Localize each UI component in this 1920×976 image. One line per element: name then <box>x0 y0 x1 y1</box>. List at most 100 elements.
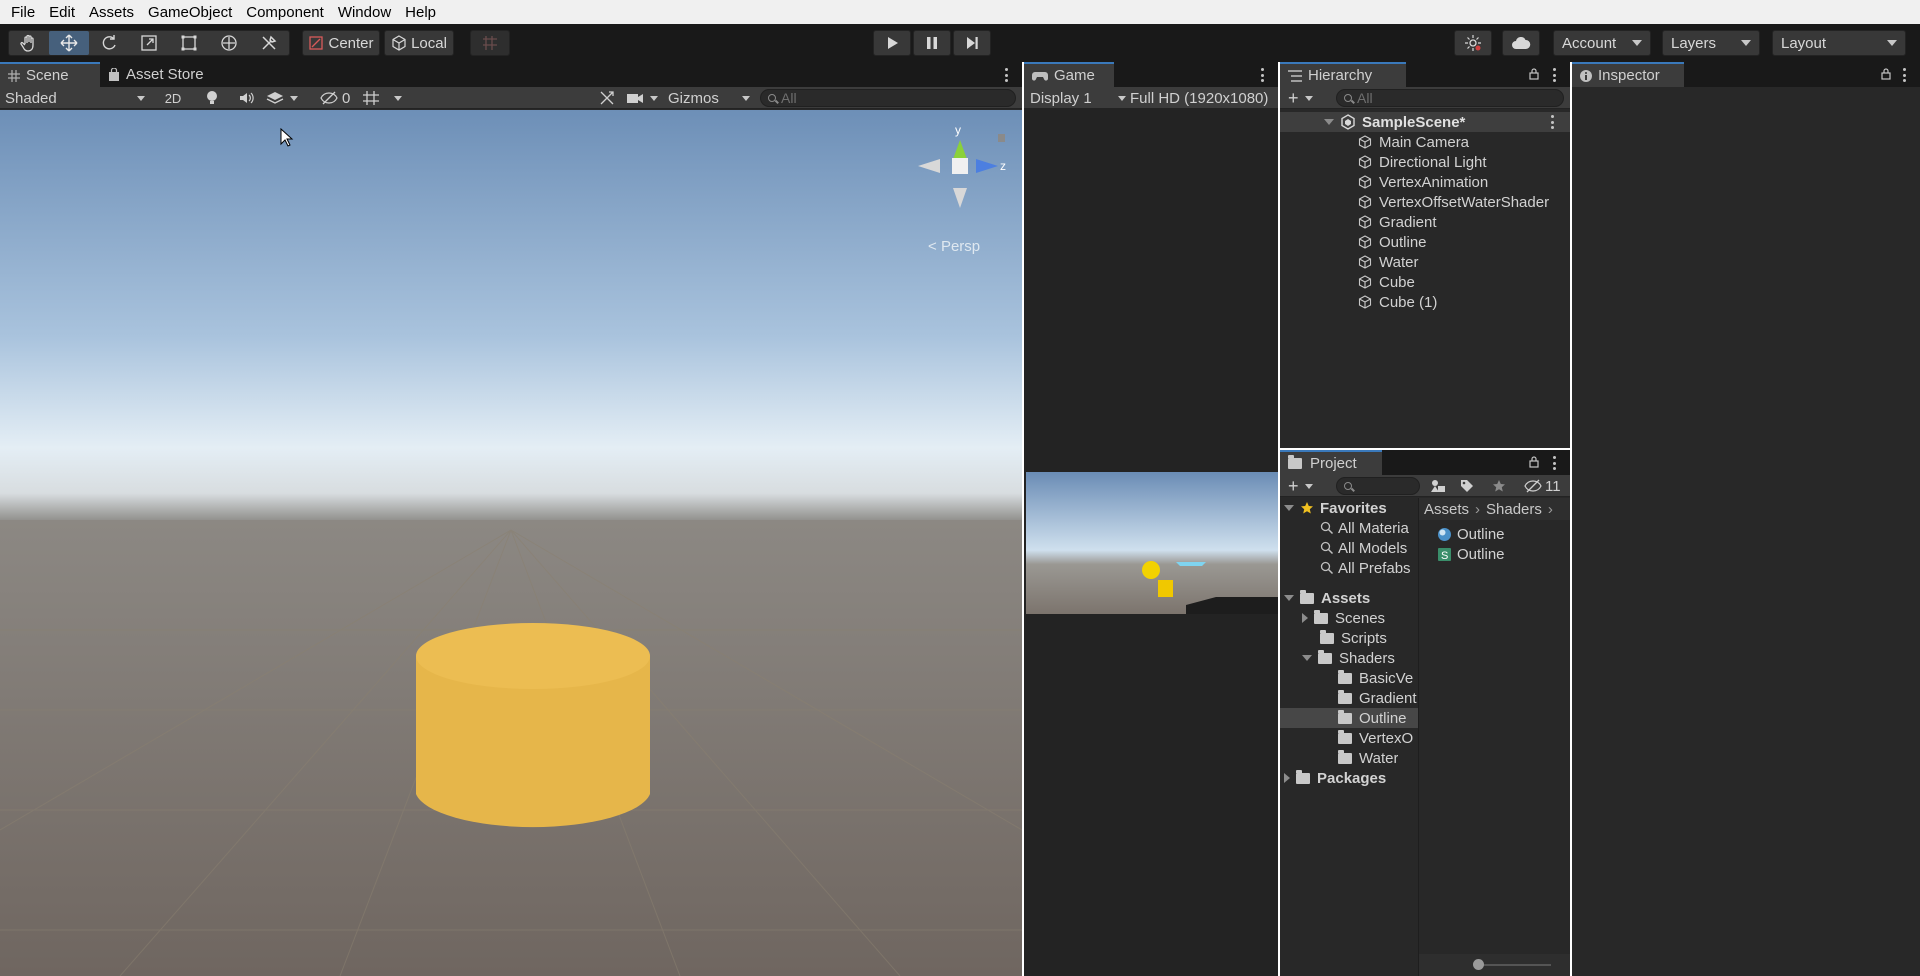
menu-file[interactable]: File <box>4 4 42 21</box>
folder-scripts[interactable]: Scripts <box>1320 628 1387 648</box>
menu-assets[interactable]: Assets <box>82 4 141 21</box>
menu-component[interactable]: Component <box>239 4 331 21</box>
rect-tool-icon[interactable] <box>169 31 209 55</box>
hidden-packages-toggle[interactable]: 11 <box>1524 477 1568 495</box>
packages-root[interactable]: Packages <box>1284 768 1386 788</box>
icon-size-slider-track[interactable] <box>1477 964 1551 966</box>
orientation-gizmo-icon[interactable]: y z <box>908 122 1018 232</box>
favorite-all-models[interactable]: All Models <box>1320 538 1407 558</box>
custom-tool-icon[interactable] <box>249 31 289 55</box>
collab-button[interactable] <box>1454 30 1492 56</box>
hierarchy-item[interactable]: Gradient <box>1280 212 1570 232</box>
inspector-tab-label: Inspector <box>1598 67 1660 84</box>
scene-menu-icon[interactable] <box>1004 68 1008 82</box>
shading-mode-dropdown[interactable]: Shaded <box>5 89 145 107</box>
cloud-button[interactable] <box>1502 30 1540 56</box>
hierarchy-item[interactable]: Cube (1) <box>1280 292 1570 312</box>
scene-search-input[interactable]: All <box>760 89 1016 107</box>
filter-by-label-icon[interactable] <box>1460 477 1480 495</box>
gizmos-dropdown[interactable]: Gizmos <box>668 89 750 107</box>
breadcrumb-assets[interactable]: Assets <box>1424 501 1469 518</box>
account-dropdown[interactable]: Account <box>1553 30 1651 56</box>
pivot-center-button[interactable]: Center <box>302 30 380 56</box>
tab-hierarchy[interactable]: Hierarchy <box>1280 62 1406 87</box>
projection-label[interactable]: < Persp <box>928 238 980 255</box>
tab-game[interactable]: Game <box>1024 62 1114 87</box>
tools-icon[interactable] <box>595 89 619 107</box>
favorite-all-prefabs[interactable]: All Prefabs <box>1320 558 1411 578</box>
folder-water[interactable]: Water <box>1338 748 1398 768</box>
game-menu-icon[interactable] <box>1260 68 1264 82</box>
effects-dropdown[interactable] <box>266 89 308 107</box>
create-dropdown[interactable]: + <box>1288 88 1322 108</box>
hierarchy-item[interactable]: Cube <box>1280 272 1570 292</box>
hierarchy-item[interactable]: Water <box>1280 252 1570 272</box>
lighting-toggle-icon[interactable] <box>198 89 226 107</box>
move-tool-icon[interactable] <box>49 31 89 55</box>
grid-snap-button[interactable] <box>470 30 510 56</box>
breadcrumb-shaders[interactable]: Shaders <box>1486 501 1542 518</box>
play-button[interactable] <box>873 30 911 56</box>
file-outline-material[interactable]: Outline <box>1437 524 1505 544</box>
gizmos-label: Gizmos <box>668 89 719 107</box>
lock-icon[interactable] <box>1881 68 1891 80</box>
hierarchy-search-input[interactable]: All <box>1336 89 1564 107</box>
camera-dropdown[interactable] <box>626 89 662 107</box>
tab-inspector[interactable]: Inspector <box>1572 62 1684 87</box>
menu-window[interactable]: Window <box>331 4 398 21</box>
layers-dropdown[interactable]: Layers <box>1662 30 1760 56</box>
hand-tool-icon[interactable] <box>9 31 49 55</box>
assets-root[interactable]: Assets <box>1284 588 1370 608</box>
resolution-dropdown[interactable]: Full HD (1920x1080) <box>1130 89 1278 107</box>
cylinder-object[interactable] <box>416 623 650 828</box>
project-search-input[interactable] <box>1336 477 1420 495</box>
menu-help[interactable]: Help <box>398 4 443 21</box>
step-button[interactable] <box>953 30 991 56</box>
tab-asset-store[interactable]: Asset Store <box>100 62 214 87</box>
folder-scenes[interactable]: Scenes <box>1302 608 1385 628</box>
grid-dropdown[interactable] <box>362 89 410 107</box>
tab-scene[interactable]: Scene <box>0 62 100 87</box>
transform-tool-icon[interactable] <box>209 31 249 55</box>
tab-project[interactable]: Project <box>1280 450 1382 475</box>
hierarchy-item[interactable]: Directional Light <box>1280 152 1570 172</box>
inspector-menu-icon[interactable] <box>1902 68 1906 82</box>
menu-gameobject[interactable]: GameObject <box>141 4 239 21</box>
folder-vertexo[interactable]: VertexO <box>1338 728 1413 748</box>
hierarchy-menu-icon[interactable] <box>1552 68 1556 82</box>
layout-dropdown[interactable]: Layout <box>1772 30 1906 56</box>
lock-icon[interactable] <box>1529 456 1539 468</box>
hidden-objects-toggle[interactable]: 0 <box>320 89 360 107</box>
hierarchy-tab-bar: Hierarchy <box>1280 62 1570 87</box>
scene-root-row[interactable]: SampleScene* <box>1280 112 1570 132</box>
filter-by-type-icon[interactable] <box>1430 477 1450 495</box>
audio-toggle-icon[interactable] <box>232 89 260 107</box>
hierarchy-item[interactable]: VertexOffsetWaterShader <box>1280 192 1570 212</box>
project-create-dropdown[interactable]: + <box>1288 476 1322 496</box>
hierarchy-item[interactable]: Main Camera <box>1280 132 1570 152</box>
scene-viewport[interactable]: y z < Persp <box>0 110 1022 976</box>
display-dropdown[interactable]: Display 1 <box>1030 89 1126 107</box>
folder-outline-selected[interactable]: Outline <box>1280 708 1418 728</box>
hierarchy-item[interactable]: Outline <box>1280 232 1570 252</box>
project-menu-icon[interactable] <box>1552 456 1556 470</box>
favorite-all-materials[interactable]: All Materia <box>1320 518 1409 538</box>
menu-edit[interactable]: Edit <box>42 4 82 21</box>
folder-gradient[interactable]: Gradient <box>1338 688 1417 708</box>
folder-shaders[interactable]: Shaders <box>1302 648 1395 668</box>
scene-row-menu-icon[interactable] <box>1550 115 1554 129</box>
rotate-tool-icon[interactable] <box>89 31 129 55</box>
pause-button[interactable] <box>913 30 951 56</box>
file-outline-shader[interactable]: S Outline <box>1437 544 1505 564</box>
lock-icon[interactable] <box>1529 68 1539 80</box>
icon-size-slider-handle[interactable] <box>1473 959 1484 970</box>
scale-tool-icon[interactable] <box>129 31 169 55</box>
folder-label: Scripts <box>1341 629 1387 647</box>
folder-basicve[interactable]: BasicVe <box>1338 668 1413 688</box>
hierarchy-item[interactable]: VertexAnimation <box>1280 172 1570 192</box>
game-viewport[interactable] <box>1024 110 1278 976</box>
2d-toggle[interactable]: 2D <box>158 89 188 107</box>
favorites-section[interactable]: Favorites <box>1284 498 1387 518</box>
pivot-local-button[interactable]: Local <box>384 30 454 56</box>
favorite-star-icon[interactable] <box>1492 477 1512 495</box>
